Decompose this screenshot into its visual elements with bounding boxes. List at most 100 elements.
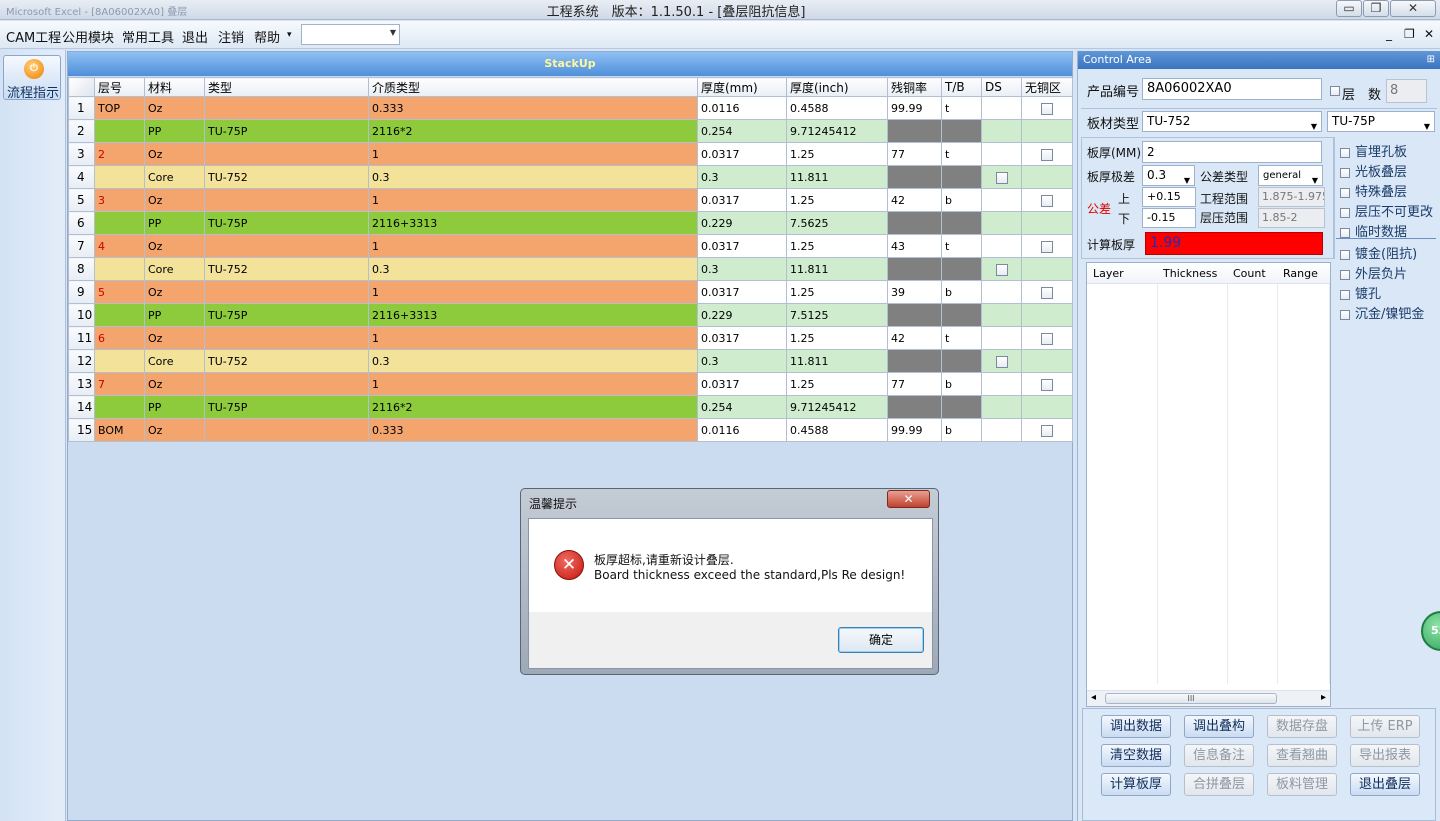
row-number[interactable]: 11 bbox=[68, 326, 95, 350]
corner-cell[interactable] bbox=[68, 77, 95, 97]
cell-material[interactable]: Oz bbox=[144, 280, 205, 304]
list-col-thickness[interactable]: Thickness bbox=[1163, 267, 1217, 280]
product-field[interactable]: 8A06002XA0 bbox=[1142, 78, 1322, 100]
cell-ds[interactable] bbox=[981, 211, 1022, 235]
cell-no-copper[interactable] bbox=[1021, 349, 1073, 373]
option-special-stackup[interactable]: 特殊叠层 bbox=[1340, 181, 1407, 200]
help-dropdown-icon[interactable]: ▾ bbox=[287, 30, 292, 40]
cell-thickness-inch[interactable]: 1.25 bbox=[786, 326, 888, 350]
clear-data-button[interactable]: 清空数据 bbox=[1101, 744, 1171, 767]
option-gold-impedance[interactable]: 镀金(阻抗) bbox=[1340, 243, 1417, 262]
cell-material[interactable]: PP bbox=[144, 211, 205, 235]
cell-ds[interactable] bbox=[981, 372, 1022, 396]
cell-dielectric[interactable]: 2116*2 bbox=[368, 119, 698, 143]
cell-tb[interactable]: t bbox=[941, 142, 982, 166]
cell-tb[interactable]: t bbox=[941, 234, 982, 258]
scroll-left-icon[interactable]: ◂ bbox=[1091, 692, 1096, 703]
cell-material[interactable]: PP bbox=[144, 303, 205, 327]
load-stackup-button[interactable]: 调出叠构 bbox=[1184, 715, 1254, 738]
cell-tb[interactable]: b bbox=[941, 372, 982, 396]
cell-thickness-mm[interactable]: 0.0317 bbox=[697, 280, 787, 304]
col-dielectric[interactable]: 介质类型 bbox=[368, 77, 698, 97]
cell-layer[interactable]: 7 bbox=[94, 372, 145, 396]
cell-thickness-inch[interactable]: 11.811 bbox=[786, 165, 888, 189]
layers-checkbox[interactable] bbox=[1330, 86, 1340, 96]
cell-tb[interactable] bbox=[941, 119, 982, 143]
cell-thickness-inch[interactable]: 0.4588 bbox=[786, 418, 888, 442]
ds-checkbox[interactable] bbox=[995, 171, 1008, 184]
cell-layer[interactable]: 3 bbox=[94, 188, 145, 212]
cell-layer[interactable]: 4 bbox=[94, 234, 145, 258]
cell-thickness-mm[interactable]: 0.3 bbox=[697, 349, 787, 373]
cell-no-copper[interactable] bbox=[1021, 372, 1073, 396]
cell-no-copper[interactable] bbox=[1021, 142, 1073, 166]
cell-tb[interactable]: b bbox=[941, 418, 982, 442]
cell-layer[interactable] bbox=[94, 119, 145, 143]
cell-dielectric[interactable]: 0.3 bbox=[368, 165, 698, 189]
cell-no-copper[interactable] bbox=[1021, 280, 1073, 304]
row-number[interactable]: 7 bbox=[68, 234, 95, 258]
cell-layer[interactable] bbox=[94, 395, 145, 419]
export-report-button[interactable]: 导出报表 bbox=[1350, 744, 1420, 767]
mdi-minimize-button[interactable]: _ bbox=[1386, 27, 1392, 41]
menu-tools[interactable]: 常用工具 bbox=[122, 27, 174, 46]
dialog-ok-button[interactable]: 确定 bbox=[838, 627, 924, 653]
row-number[interactable]: 3 bbox=[68, 142, 95, 166]
cell-type[interactable]: TU-752 bbox=[204, 349, 369, 373]
option-checkbox[interactable] bbox=[1340, 187, 1350, 198]
horizontal-scrollbar[interactable]: ◂ III ▸ bbox=[1087, 690, 1330, 706]
thickness-field[interactable]: 2 bbox=[1142, 141, 1322, 163]
no-copper-checkbox[interactable] bbox=[1041, 286, 1053, 299]
cell-dielectric[interactable]: 2116*2 bbox=[368, 395, 698, 419]
cell-residual-copper[interactable] bbox=[887, 119, 942, 143]
cell-thickness-inch[interactable]: 0.4588 bbox=[786, 96, 888, 120]
col-material[interactable]: 材料 bbox=[144, 77, 205, 97]
row-number[interactable]: 15 bbox=[68, 418, 95, 442]
lower-tolerance-field[interactable]: -0.15 bbox=[1142, 208, 1196, 228]
cell-tb[interactable] bbox=[941, 303, 982, 327]
cell-ds[interactable] bbox=[981, 119, 1022, 143]
cell-thickness-mm[interactable]: 0.0317 bbox=[697, 234, 787, 258]
cell-type[interactable] bbox=[204, 280, 369, 304]
cell-ds[interactable] bbox=[981, 165, 1022, 189]
table-row[interactable]: 15 BOM Oz 0.333 0.0116 0.4588 99.99 b bbox=[68, 418, 1073, 442]
cell-layer[interactable] bbox=[94, 257, 145, 281]
layers-field[interactable]: 8 bbox=[1386, 79, 1427, 103]
cell-ds[interactable] bbox=[981, 303, 1022, 327]
cell-no-copper[interactable] bbox=[1021, 303, 1073, 327]
cell-material[interactable]: Core bbox=[144, 349, 205, 373]
cell-tb[interactable] bbox=[941, 165, 982, 189]
cell-layer[interactable] bbox=[94, 303, 145, 327]
menu-logout[interactable]: 注销 bbox=[218, 27, 244, 46]
option-checkbox[interactable] bbox=[1340, 207, 1350, 218]
cell-material[interactable]: Oz bbox=[144, 188, 205, 212]
col-layer-no[interactable]: 层号 bbox=[94, 77, 145, 97]
cell-type[interactable] bbox=[204, 326, 369, 350]
flow-button[interactable]: ⏻ 流程指示 bbox=[3, 55, 61, 101]
cell-ds[interactable] bbox=[981, 395, 1022, 419]
cell-tb[interactable] bbox=[941, 257, 982, 281]
cell-dielectric[interactable]: 2116+3313 bbox=[368, 211, 698, 235]
cell-material[interactable]: Core bbox=[144, 165, 205, 189]
cell-type[interactable]: TU-752 bbox=[204, 165, 369, 189]
row-number[interactable]: 10 bbox=[68, 303, 95, 327]
no-copper-checkbox[interactable] bbox=[1041, 102, 1053, 115]
no-copper-checkbox[interactable] bbox=[1041, 378, 1053, 391]
cell-type[interactable]: TU-752 bbox=[204, 257, 369, 281]
cell-material[interactable]: Oz bbox=[144, 418, 205, 442]
col-thickness-mm[interactable]: 厚度(mm) bbox=[697, 77, 787, 97]
cell-no-copper[interactable] bbox=[1021, 165, 1073, 189]
cell-no-copper[interactable] bbox=[1021, 326, 1073, 350]
menu-cam[interactable]: CAM工程 bbox=[6, 27, 61, 46]
table-row[interactable]: 10 PP TU-75P 2116+3313 0.229 7.5125 bbox=[68, 303, 1073, 327]
cell-layer[interactable]: 6 bbox=[94, 326, 145, 350]
cell-dielectric[interactable]: 1 bbox=[368, 234, 698, 258]
close-window-button[interactable]: ✕ bbox=[1390, 0, 1436, 17]
cell-ds[interactable] bbox=[981, 96, 1022, 120]
cell-thickness-mm[interactable]: 0.0317 bbox=[697, 372, 787, 396]
table-row[interactable]: 11 6 Oz 1 0.0317 1.25 42 t bbox=[68, 326, 1073, 350]
cell-dielectric[interactable]: 1 bbox=[368, 280, 698, 304]
table-row[interactable]: 1 TOP Oz 0.333 0.0116 0.4588 99.99 t bbox=[68, 96, 1073, 120]
cell-ds[interactable] bbox=[981, 234, 1022, 258]
cell-type[interactable]: TU-75P bbox=[204, 119, 369, 143]
